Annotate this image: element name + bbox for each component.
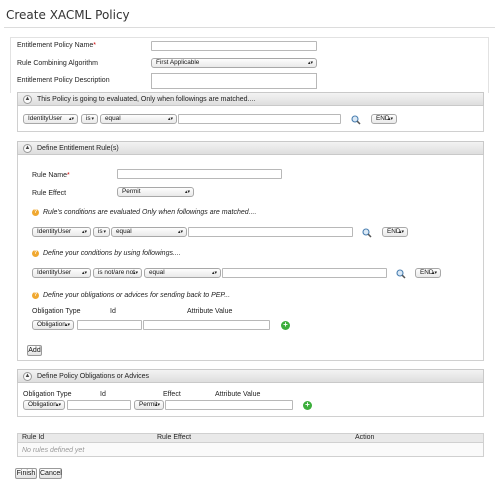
title-divider bbox=[4, 27, 495, 28]
dropdown-arrow-icon: ▴▾ bbox=[55, 402, 61, 408]
rule-effect-select[interactable]: Permit ▴▾ bbox=[117, 187, 194, 197]
algorithm-select[interactable]: First Applicable ▴▾ bbox=[151, 58, 317, 68]
rule-name-input[interactable] bbox=[117, 169, 282, 179]
magnifier-icon[interactable] bbox=[351, 115, 361, 125]
rule-target-end-select[interactable]: END ▴▾ bbox=[382, 227, 408, 237]
page-title: Create XACML Policy bbox=[6, 8, 130, 22]
required-mark: * bbox=[93, 42, 96, 49]
dropdown-arrow-icon: ▴▾ bbox=[307, 60, 313, 66]
condition-value-input[interactable] bbox=[222, 268, 387, 278]
help-icon: ? bbox=[32, 209, 39, 216]
policy-name-input[interactable] bbox=[151, 41, 317, 51]
policy-obligation-attribute-input[interactable] bbox=[165, 400, 293, 410]
target-section-header[interactable]: ▲ This Policy is going to evaluated, Onl… bbox=[17, 92, 484, 106]
rules-col-rule-id: Rule Id bbox=[22, 434, 45, 441]
dropdown-arrow-icon: ▴▾ bbox=[132, 270, 138, 276]
rule-section-header[interactable]: ▲ Define Entitlement Rule(s) bbox=[17, 141, 484, 155]
dropdown-arrow-icon: ▾ bbox=[91, 116, 94, 122]
description-textarea[interactable] bbox=[151, 73, 317, 89]
rule-target-value-input[interactable] bbox=[188, 227, 353, 237]
target-operator-select[interactable]: is ▾ bbox=[81, 114, 98, 124]
policy-name-label: Entitlement Policy Name* bbox=[17, 42, 96, 49]
rule-section-body bbox=[17, 155, 484, 361]
dropdown-arrow-icon: ▴▾ bbox=[154, 402, 160, 408]
obligation-attribute-input[interactable] bbox=[143, 320, 270, 330]
obligation-type-header: Obligation Type bbox=[32, 308, 81, 315]
rules-col-rule-effect: Rule Effect bbox=[157, 434, 192, 441]
dropdown-arrow-icon: ▴▾ bbox=[184, 189, 190, 195]
algorithm-label: Rule Combining Algorithm bbox=[17, 60, 98, 67]
policy-obligation-id-header: Id bbox=[100, 391, 106, 398]
rules-col-action: Action bbox=[355, 434, 375, 441]
dropdown-arrow-icon: ▴▾ bbox=[68, 116, 74, 122]
description-label: Entitlement Policy Description bbox=[17, 77, 110, 84]
obligation-id-input[interactable] bbox=[77, 320, 142, 330]
policy-obligation-type-select[interactable]: Obligation ▴▾ bbox=[23, 400, 65, 410]
dropdown-arrow-icon: ▴▾ bbox=[177, 229, 183, 235]
plus-icon[interactable]: + bbox=[281, 321, 290, 330]
rule-target-operator-select[interactable]: is ▾ bbox=[93, 227, 110, 237]
add-rule-button[interactable]: Add bbox=[27, 345, 42, 356]
dropdown-arrow-icon: ▴▾ bbox=[167, 116, 173, 122]
dropdown-arrow-icon: ▴▾ bbox=[211, 270, 217, 276]
dropdown-arrow-icon: ▴▾ bbox=[81, 229, 87, 235]
dropdown-arrow-icon: ▴▾ bbox=[398, 229, 404, 235]
condition-attribute-select[interactable]: IdentityUser ▴▾ bbox=[32, 268, 91, 278]
dropdown-arrow-icon: ▴▾ bbox=[64, 322, 70, 328]
rules-table-header bbox=[17, 433, 484, 443]
target-attribute-select[interactable]: IdentityUser ▴▾ bbox=[23, 114, 78, 124]
rules-table-empty-row bbox=[17, 443, 484, 457]
target-value-input[interactable] bbox=[178, 114, 341, 124]
attribute-value-header: Attribute Value bbox=[187, 308, 233, 315]
obligation-hint: Define your obligations or advices for s… bbox=[43, 292, 231, 299]
target-function-select[interactable]: equal ▴▾ bbox=[100, 114, 177, 124]
rules-empty-text: No rules defined yet bbox=[22, 447, 85, 454]
policy-obligation-effect-select[interactable]: Permit ▴▾ bbox=[134, 400, 164, 410]
obligation-id-header: Id bbox=[110, 308, 116, 315]
rule-name-label: Rule Name* bbox=[32, 172, 70, 179]
finish-button[interactable]: Finish bbox=[15, 468, 37, 479]
condition-hint: Define your conditions by using followin… bbox=[43, 250, 181, 257]
chevron-up-icon[interactable]: ▲ bbox=[23, 95, 32, 104]
condition-end-select[interactable]: END ▴▾ bbox=[415, 268, 441, 278]
plus-icon[interactable]: + bbox=[303, 401, 312, 410]
chevron-up-icon[interactable]: ▲ bbox=[23, 372, 32, 381]
dropdown-arrow-icon: ▴▾ bbox=[81, 270, 87, 276]
obligation-type-select[interactable]: Obligation ▴▾ bbox=[32, 320, 74, 330]
target-end-select[interactable]: END ▴▾ bbox=[371, 114, 397, 124]
dropdown-arrow-icon: ▴▾ bbox=[431, 270, 437, 276]
cancel-button[interactable]: Cancel bbox=[39, 468, 62, 479]
policy-obligation-effect-header: Effect bbox=[163, 391, 181, 398]
help-icon: ? bbox=[32, 292, 39, 299]
dropdown-arrow-icon: ▾ bbox=[103, 229, 106, 235]
magnifier-icon[interactable] bbox=[396, 269, 406, 279]
condition-operator-select[interactable]: is not/are not ▴▾ bbox=[93, 268, 142, 278]
rule-target-hint: Rule's conditions are evaluated Only whe… bbox=[43, 209, 257, 216]
rule-effect-label: Rule Effect bbox=[32, 190, 67, 197]
policy-obligations-header[interactable]: ▲ Define Policy Obligations or Advices bbox=[17, 369, 484, 383]
policy-obligation-id-input[interactable] bbox=[67, 400, 131, 410]
policy-obligation-type-header: Obligation Type bbox=[23, 391, 72, 398]
required-mark: * bbox=[67, 172, 70, 179]
rule-target-attribute-select[interactable]: IdentityUser ▴▾ bbox=[32, 227, 91, 237]
chevron-up-icon[interactable]: ▲ bbox=[23, 144, 32, 153]
magnifier-icon[interactable] bbox=[362, 228, 372, 238]
policy-obligation-attr-header: Attribute Value bbox=[215, 391, 261, 398]
help-icon: ? bbox=[32, 250, 39, 257]
condition-function-select[interactable]: equal ▴▾ bbox=[144, 268, 221, 278]
dropdown-arrow-icon: ▴▾ bbox=[387, 116, 393, 122]
rule-target-function-select[interactable]: equal ▴▾ bbox=[111, 227, 187, 237]
